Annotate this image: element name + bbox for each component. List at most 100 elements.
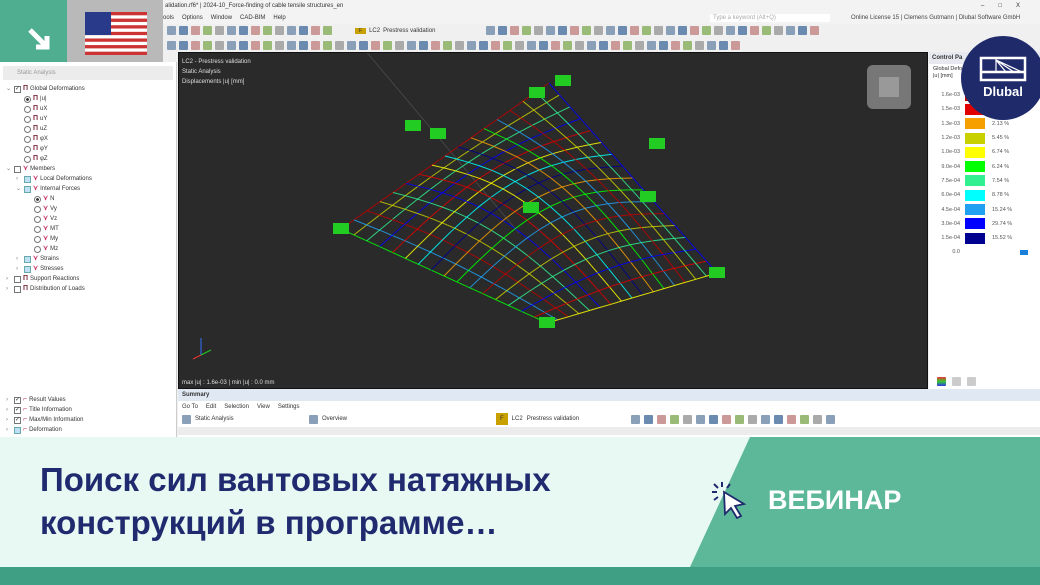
toolbar-tool-icon[interactable] [707,41,716,50]
summary-menu-settings[interactable]: Settings [278,401,300,413]
toolbar-tool-icon[interactable] [191,26,200,35]
toolbar-tool-icon[interactable] [203,26,212,35]
toolbar-tool-icon[interactable] [227,26,236,35]
support-node[interactable] [649,138,665,149]
colors-tab-icon[interactable] [937,377,946,386]
toolbar-tool-icon[interactable] [299,41,308,50]
window-controls[interactable]: –□X [981,0,1034,12]
toolbar-tool-icon[interactable] [527,41,536,50]
toolbar-tool-icon[interactable] [203,41,212,50]
support-node[interactable] [539,317,555,328]
summary-tool-icon[interactable] [787,415,796,424]
toolbar-tool-icon[interactable] [618,26,627,35]
radio-button[interactable] [34,206,41,213]
tree-item[interactable]: ⌄⋎Members [0,164,176,174]
toolbar-tool-icon[interactable] [611,41,620,50]
toolbar-tool-icon[interactable] [678,26,687,35]
toolbar-tool-icon[interactable] [383,41,392,50]
support-node[interactable] [529,87,545,98]
toolbar-tool-icon[interactable] [167,41,176,50]
support-node[interactable] [405,120,421,131]
summary-tool-icon[interactable] [813,415,822,424]
toolbar-tool-icon[interactable] [546,26,555,35]
summary-menu-goto[interactable]: Go To [182,401,198,413]
recycle-tab-icon[interactable] [952,377,961,386]
toolbar-tool-icon[interactable] [587,41,596,50]
radio-button[interactable] [34,216,41,223]
toolbar-tool-icon[interactable] [630,26,639,35]
checkbox[interactable] [14,427,21,434]
tree-item[interactable]: ПφX [0,134,176,144]
toolbar-tool-icon[interactable] [275,41,284,50]
toolbar-tool-icon[interactable] [251,41,260,50]
toolbar-tool-icon[interactable] [323,26,332,35]
toolbar-tool-icon[interactable] [275,26,284,35]
radio-button[interactable] [24,126,31,133]
tree-item[interactable]: ›⋎Stresses [0,264,176,274]
toolbar-tool-icon[interactable] [683,41,692,50]
toolbar-tool-icon[interactable] [558,26,567,35]
display-item[interactable]: ›✓⌐Title Information [0,405,83,415]
checkbox[interactable] [14,166,21,173]
tree-item[interactable]: ›ПDistribution of Loads [0,284,176,294]
toolbar-tool-icon[interactable] [443,41,452,50]
back-arrow-button[interactable] [0,0,67,62]
toolbar-tool-icon[interactable] [594,26,603,35]
view-cube-icon[interactable] [867,65,911,109]
toolbar-tool-icon[interactable] [407,41,416,50]
toolbar-tool-icon[interactable] [239,26,248,35]
toolbar-tool-icon[interactable] [719,41,728,50]
radio-button[interactable] [34,226,41,233]
3d-viewport[interactable]: LC2 - Prestress validation Static Analys… [178,52,928,389]
tree-item[interactable]: ⋎My [0,234,176,244]
tree-item[interactable]: ⋎Vz [0,214,176,224]
toolbar-tool-icon[interactable] [798,26,807,35]
summary-lc-select[interactable]: Prestress validation [527,413,627,425]
toolbar-tool-icon[interactable] [671,41,680,50]
toolbar-tool-icon[interactable] [647,41,656,50]
summary-tool-icon[interactable] [722,415,731,424]
toolbar-tool-icon[interactable] [179,41,188,50]
toolbar-tool-icon[interactable] [726,26,735,35]
toolbar-tool-icon[interactable] [191,41,200,50]
radio-button[interactable] [24,96,31,103]
toolbar-tool-icon[interactable] [311,26,320,35]
tree-item[interactable]: ⋎MT [0,224,176,234]
toolbar-tool-icon[interactable] [215,41,224,50]
toolbar-tool-icon[interactable] [774,26,783,35]
toolbar-tool-icon[interactable] [491,41,500,50]
toolbar-tool-icon[interactable] [714,26,723,35]
toolbar-tool-icon[interactable] [215,26,224,35]
checkbox[interactable]: ✓ [14,397,21,404]
tree-item[interactable]: ›ПSupport Reactions [0,274,176,284]
radio-button[interactable] [24,156,31,163]
radio-button[interactable] [34,236,41,243]
close-button[interactable]: X [1016,3,1034,9]
toolbar-tool-icon[interactable] [479,41,488,50]
summary-tool-icon[interactable] [696,415,705,424]
summary-tool-icon[interactable] [748,415,757,424]
tree-item[interactable]: ⋎Vy [0,204,176,214]
toolbar-tool-icon[interactable] [179,26,188,35]
toolbar-tool-icon[interactable] [503,41,512,50]
toolbar-tool-icon[interactable] [810,26,819,35]
toolbar-tool-icon[interactable] [599,41,608,50]
toolbar-tool-icon[interactable] [467,41,476,50]
toolbar-tool-icon[interactable] [623,41,632,50]
tree-item[interactable]: ⋎Mz [0,244,176,254]
display-item[interactable]: ›✓⌐Max/Min Information [0,415,83,425]
checkbox[interactable]: ✓ [14,407,21,414]
toolbar-tool-icon[interactable] [654,26,663,35]
summary-tool-icon[interactable] [826,415,835,424]
toolbar-tool-icon[interactable] [311,41,320,50]
maximize-button[interactable]: □ [998,3,1016,9]
support-node[interactable] [709,267,725,278]
summary-tool-icon[interactable] [800,415,809,424]
tree-item[interactable]: ПφZ [0,154,176,164]
display-item[interactable]: ›✓⌐Result Values [0,395,83,405]
toolbar-tool-icon[interactable] [642,26,651,35]
toolbar-tool-icon[interactable] [750,26,759,35]
summary-tool-icon[interactable] [657,415,666,424]
toolbar-tool-icon[interactable] [419,41,428,50]
checkbox[interactable] [24,176,31,183]
